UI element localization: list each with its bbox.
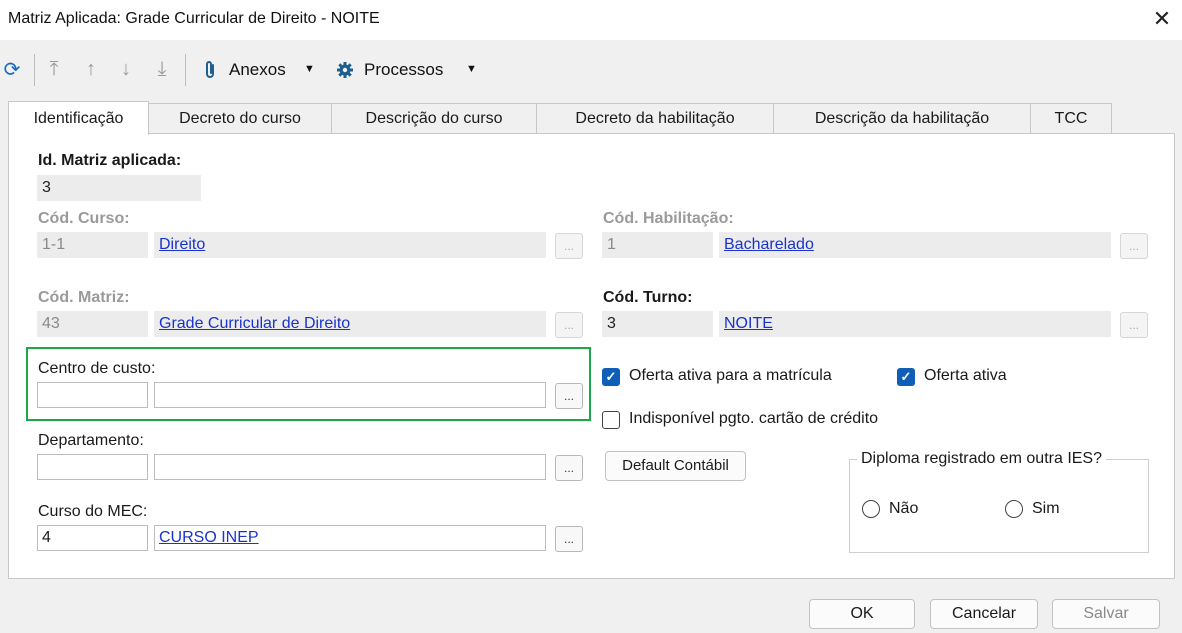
toolbar: ⟳ ⤒ ↑ ↓ ⤓ Anexos ▼ Processos ▼: [0, 46, 1182, 94]
cancel-button[interactable]: Cancelar: [930, 599, 1038, 629]
toolbar-separator: [185, 54, 186, 86]
default-contabil-button[interactable]: Default Contábil: [605, 451, 746, 481]
oferta-matricula-label: Oferta ativa para a matrícula: [629, 367, 832, 384]
close-icon[interactable]: ✕: [1150, 6, 1174, 32]
anexos-menu-button[interactable]: Anexos ▼: [200, 58, 322, 82]
cod-habilitacao-label: Cód. Habilitação:: [603, 210, 734, 227]
cod-turno-label: Cód. Turno:: [603, 289, 693, 306]
cod-curso-lookup-button[interactable]: ...: [555, 233, 583, 259]
cod-habilitacao-name-field: Bacharelado: [719, 232, 1111, 258]
cod-curso-code-field: 1-1: [37, 232, 148, 258]
curso-mec-lookup-button[interactable]: ...: [555, 526, 583, 552]
save-button[interactable]: Salvar: [1052, 599, 1160, 629]
title-bar: Matriz Aplicada: Grade Curricular de Dir…: [0, 0, 1182, 40]
tab-descricao-curso[interactable]: Descrição do curso: [331, 103, 537, 133]
departamento-name-input[interactable]: [154, 454, 546, 480]
processos-label: Processos: [364, 60, 444, 79]
centro-custo-code-input[interactable]: [37, 382, 148, 408]
cod-turno-code-field: 3: [602, 311, 713, 337]
id-matriz-field: 3: [37, 175, 201, 201]
centro-custo-lookup-button[interactable]: ...: [555, 383, 583, 409]
cod-habilitacao-lookup-button[interactable]: ...: [1120, 233, 1148, 259]
tab-descricao-habilitacao[interactable]: Descrição da habilitação: [773, 103, 1031, 133]
curso-mec-link[interactable]: CURSO INEP: [159, 529, 259, 546]
diploma-nao-label: Não: [889, 500, 919, 517]
departamento-lookup-button[interactable]: ...: [555, 455, 583, 481]
oferta-ativa-label: Oferta ativa: [924, 367, 1007, 384]
diploma-nao-radio[interactable]: [862, 500, 880, 518]
toolbar-separator: [34, 54, 35, 86]
curso-link[interactable]: Direito: [159, 236, 205, 253]
departamento-label: Departamento:: [38, 432, 144, 449]
cod-matriz-code-field: 43: [37, 311, 148, 337]
cod-turno-name-field: NOITE: [719, 311, 1111, 337]
curso-mec-code-input[interactable]: 4: [37, 525, 148, 551]
tab-decreto-curso[interactable]: Decreto do curso: [148, 103, 332, 133]
processos-menu-button[interactable]: Processos ▼: [334, 58, 480, 82]
cod-matriz-name-field: Grade Curricular de Direito: [154, 311, 546, 337]
tab-decreto-habilitacao[interactable]: Decreto da habilitação: [536, 103, 774, 133]
paperclip-icon: [206, 61, 214, 78]
curso-mec-name-field: CURSO INEP: [154, 525, 546, 551]
chevron-down-icon: ▼: [304, 63, 315, 75]
move-to-bottom-icon[interactable]: ⤓: [150, 57, 174, 81]
cod-curso-label: Cód. Curso:: [38, 210, 130, 227]
refresh-icon[interactable]: ⟳: [0, 58, 24, 82]
anexos-label: Anexos: [229, 60, 286, 79]
indisponivel-cartao-checkbox[interactable]: [602, 411, 620, 429]
ok-button[interactable]: OK: [809, 599, 915, 629]
departamento-code-input[interactable]: [37, 454, 148, 480]
tab-identificacao[interactable]: Identificação: [8, 101, 149, 135]
tab-tcc[interactable]: TCC: [1030, 103, 1112, 133]
matriz-link[interactable]: Grade Curricular de Direito: [159, 315, 350, 332]
cod-matriz-lookup-button[interactable]: ...: [555, 312, 583, 338]
cod-matriz-label: Cód. Matriz:: [38, 289, 130, 306]
curso-mec-label: Curso do MEC:: [38, 503, 148, 520]
centro-custo-label: Centro de custo:: [38, 360, 156, 377]
oferta-matricula-checkbox[interactable]: ✓: [602, 368, 620, 386]
gear-icon: [337, 62, 353, 78]
indisponivel-cartao-label: Indisponível pgto. cartão de crédito: [629, 410, 879, 427]
move-to-top-icon[interactable]: ⤒: [42, 57, 66, 81]
oferta-ativa-checkbox[interactable]: ✓: [897, 368, 915, 386]
move-up-icon[interactable]: ↑: [79, 57, 103, 81]
diploma-sim-radio[interactable]: [1005, 500, 1023, 518]
diploma-legend: Diploma registrado em outra IES?: [857, 450, 1106, 468]
cod-habilitacao-code-field: 1: [602, 232, 713, 258]
turno-link[interactable]: NOITE: [724, 315, 773, 332]
cod-curso-name-field: Direito: [154, 232, 546, 258]
id-matriz-label: Id. Matriz aplicada:: [38, 152, 182, 169]
diploma-sim-label: Sim: [1032, 500, 1060, 517]
window-title: Matriz Aplicada: Grade Curricular de Dir…: [8, 10, 380, 27]
centro-custo-name-input[interactable]: [154, 382, 546, 408]
move-down-icon[interactable]: ↓: [114, 57, 138, 81]
habilitacao-link[interactable]: Bacharelado: [724, 236, 814, 253]
cod-turno-lookup-button[interactable]: ...: [1120, 312, 1148, 338]
chevron-down-icon: ▼: [466, 63, 477, 75]
